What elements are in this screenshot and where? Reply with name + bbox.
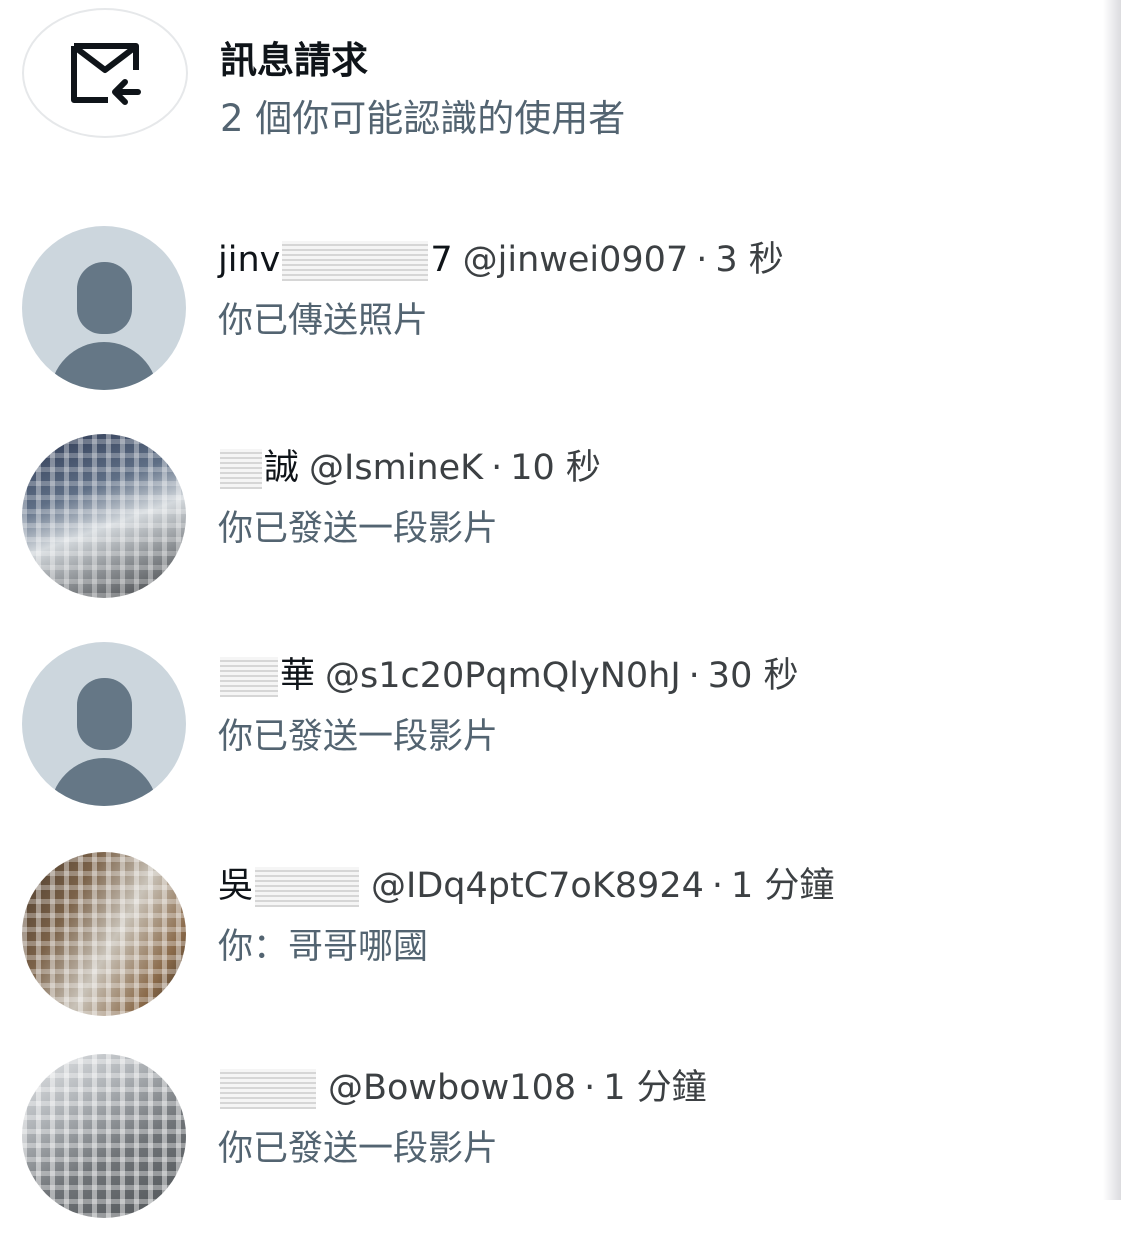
conversation-header: 吳 @IDq4ptC7oK8924 · 1 分鐘 (218, 862, 834, 910)
conversation-header: jinv 7 @jinwei0907 · 3 秒 (218, 236, 784, 284)
user-handle: @IsmineK (309, 448, 484, 488)
name-redaction (220, 1069, 316, 1109)
message-preview: 你：哥哥哪國 (218, 927, 429, 967)
timestamp: 30 秒 (707, 656, 799, 696)
default-avatar-shoulders (50, 758, 158, 806)
avatar[interactable] (22, 434, 186, 598)
timestamp: 10 秒 (510, 448, 601, 488)
screen-edge (1103, 0, 1121, 1200)
message-requests-icon-circle (22, 8, 188, 138)
user-handle: @s1c20PqmQlyN0hJ (325, 656, 681, 696)
message-preview: 你已發送一段影片 (218, 1129, 499, 1169)
conversation-header: 華 @s1c20PqmQlyN0hJ · 30 秒 (218, 652, 798, 700)
timestamp: 1 分鐘 (731, 866, 835, 906)
conversation-header: 誠 @IsmineK · 10 秒 (218, 444, 601, 492)
user-handle: @jinwei0907 (462, 240, 689, 280)
conversation-row[interactable]: 吳 @IDq4ptC7oK8924 · 1 分鐘 你：哥哥哪國 (0, 852, 1100, 1052)
avatar[interactable] (22, 1054, 186, 1218)
timestamp: 1 分鐘 (603, 1068, 707, 1108)
separator-dot: · (491, 448, 503, 488)
avatar[interactable] (22, 226, 186, 390)
default-avatar-shoulders (50, 342, 158, 390)
default-avatar-head (77, 262, 132, 334)
user-handle: @Bowbow108 (328, 1068, 577, 1108)
name-redaction (255, 867, 360, 907)
conversation-row[interactable]: 華 @s1c20PqmQlyN0hJ · 30 秒 你已發送一段影片 (0, 642, 1100, 842)
avatar[interactable] (22, 852, 186, 1016)
conversation-row[interactable]: jinv 7 @jinwei0907 · 3 秒 你已傳送照片 (0, 226, 1100, 426)
conversation-row[interactable]: 誠 @IsmineK · 10 秒 你已發送一段影片 (0, 434, 1100, 634)
message-preview: 你已發送一段影片 (218, 509, 499, 549)
name-redaction (220, 657, 278, 697)
message-requests-subtitle: 2 個你可能認識的使用者 (220, 97, 626, 140)
message-requests-title: 訊息請求 (220, 39, 368, 82)
separator-dot: · (711, 866, 723, 906)
timestamp: 3 秒 (715, 240, 784, 280)
display-name-end: 誠 (264, 448, 300, 488)
conversation-header: @Bowbow108 · 1 分鐘 (218, 1064, 707, 1112)
default-avatar-head (77, 678, 132, 750)
message-preview: 你已發送一段影片 (218, 717, 499, 757)
name-redaction (220, 449, 262, 489)
avatar[interactable] (22, 642, 186, 806)
display-name-end: 7 (430, 240, 453, 280)
display-name-start: jinv (218, 240, 281, 280)
mail-request-icon (71, 43, 141, 105)
message-requests-entry[interactable]: 訊息請求 2 個你可能認識的使用者 (22, 8, 1082, 140)
display-name-start: 吳 (218, 866, 254, 906)
message-preview: 你已傳送照片 (218, 301, 429, 341)
conversation-row[interactable]: @Bowbow108 · 1 分鐘 你已發送一段影片 (0, 1054, 1100, 1254)
separator-dot: · (688, 656, 700, 696)
separator-dot: · (584, 1068, 596, 1108)
display-name-end: 華 (280, 656, 316, 696)
name-redaction (282, 241, 429, 281)
separator-dot: · (696, 240, 708, 280)
user-handle: @IDq4ptC7oK8924 (371, 866, 704, 906)
